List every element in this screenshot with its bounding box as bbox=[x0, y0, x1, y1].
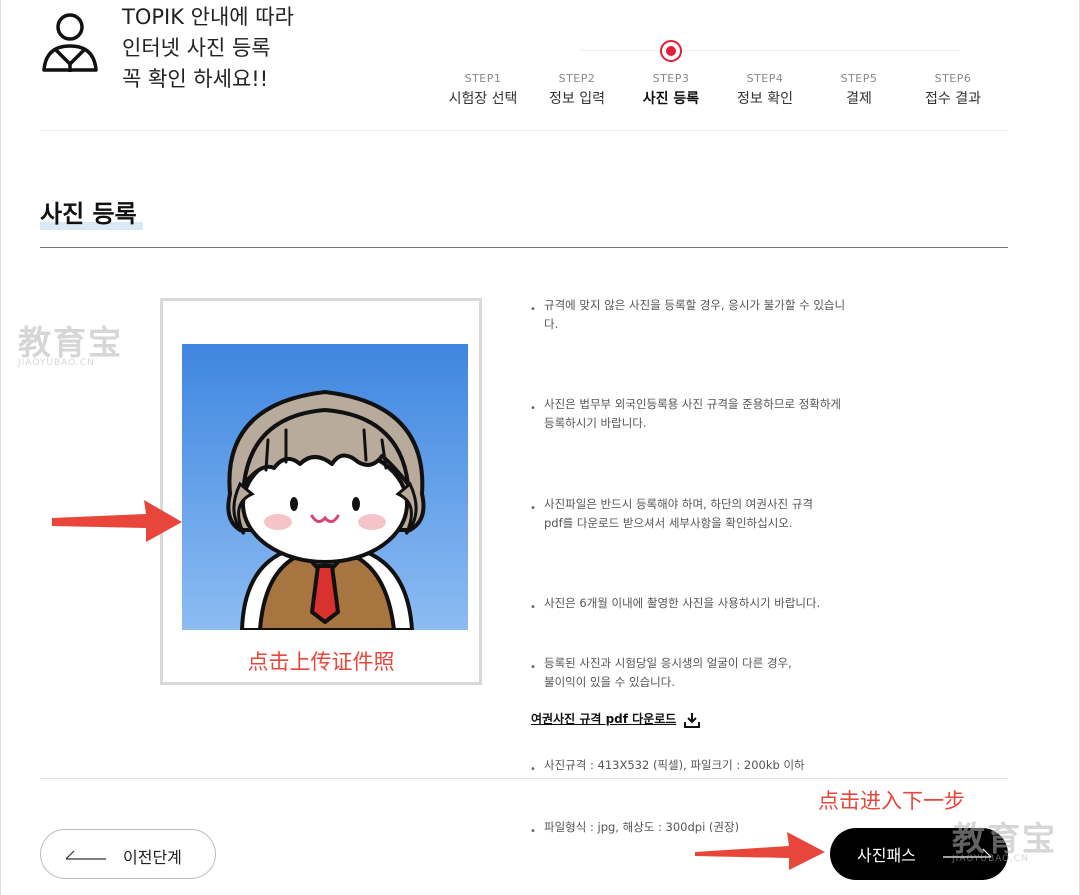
previous-step-button[interactable]: 이전단계 bbox=[40, 829, 216, 879]
guideline-item: 규격에 맞지 않은 사진을 등록할 경우, 응시가 불가할 수 있습니다. bbox=[530, 296, 870, 334]
step-number: STEP1 bbox=[464, 72, 502, 85]
step-number: STEP4 bbox=[746, 72, 784, 85]
step-number: STEP5 bbox=[840, 72, 878, 85]
step-1: STEP1 시험장 선택 bbox=[433, 72, 533, 108]
guideline-item: 사진파일은 반드시 등록해야 하며, 하단의 여권사진 규격pdf를 다운로드 … bbox=[530, 495, 870, 533]
step-2: STEP2 정보 입력 bbox=[527, 72, 627, 108]
passport-photo-pdf-download-link[interactable]: 여권사진 규격 pdf 다운로드 bbox=[531, 710, 676, 727]
divider bbox=[40, 778, 1008, 779]
step-3: STEP3 사진 등록 bbox=[621, 72, 721, 108]
step-number: STEP3 bbox=[652, 72, 690, 85]
upload-photo-caption: 点击上传证件照 bbox=[247, 650, 395, 674]
divider bbox=[40, 247, 1008, 248]
previous-step-label: 이전단계 bbox=[123, 848, 182, 867]
step-4: STEP4 정보 확인 bbox=[715, 72, 815, 108]
guideline-item: 사진규격 : 413X532 (픽셀), 파일크기 : 200kb 이하 bbox=[530, 756, 870, 779]
step-label: 사진 등록 bbox=[642, 91, 700, 107]
guideline-item: 사진은 6개월 이내에 촬영한 사진을 사용하시기 바랍니다. bbox=[530, 594, 870, 617]
intro-line: 인터넷 사진 등록 bbox=[122, 36, 271, 60]
download-icon[interactable] bbox=[683, 711, 701, 729]
step-label: 정보 확인 bbox=[737, 91, 793, 107]
photo-preview[interactable] bbox=[182, 344, 468, 630]
step-label: 정보 입력 bbox=[549, 91, 605, 107]
intro-line: TOPIK 안내에 따라 bbox=[122, 5, 294, 29]
step-label: 결제 bbox=[846, 91, 872, 107]
intro-line: 꼭 확인 하세요!! bbox=[122, 67, 269, 91]
annotation-arrow-icon bbox=[695, 832, 825, 870]
photo-guidelines: 규격에 맞지 않은 사진을 등록할 경우, 응시가 불가할 수 있습니다. 사진… bbox=[530, 296, 870, 841]
step-5: STEP5 결제 bbox=[809, 72, 909, 108]
current-step-indicator bbox=[660, 40, 682, 62]
next-step-label: 사진패스 bbox=[857, 846, 916, 865]
photo-upload-box[interactable]: 点击上传证件照 bbox=[160, 298, 482, 685]
step-label: 접수 결과 bbox=[925, 91, 981, 107]
annotation-arrow-icon bbox=[52, 500, 182, 542]
arrow-left-icon bbox=[65, 850, 106, 860]
watermark: 教育宝 JIAOYUBAO.CN bbox=[952, 819, 1057, 864]
watermark: 教育宝 JIAOYUBAO.CN bbox=[18, 323, 123, 368]
divider bbox=[40, 130, 1008, 131]
page-title: 사진 등록 bbox=[40, 200, 137, 228]
step-number: STEP2 bbox=[558, 72, 596, 85]
user-icon bbox=[42, 13, 98, 72]
stepper-line bbox=[580, 50, 960, 51]
guideline-item: 사진은 법무부 외국인등록용 사진 규격을 준용하므로 정확하게등록하시기 바랍… bbox=[530, 395, 870, 433]
step-number: STEP6 bbox=[934, 72, 972, 85]
guideline-item: 등록된 사진과 시험당일 응시생의 얼굴이 다른 경우,불이익이 있을 수 있습… bbox=[530, 654, 870, 692]
intro-text: TOPIK 안내에 따라 인터넷 사진 등록 꼭 확인 하세요!! bbox=[122, 2, 294, 95]
step-label: 시험장 선택 bbox=[448, 91, 518, 107]
next-step-annotation: 点击进入下一步 bbox=[818, 789, 965, 813]
step-6: STEP6 접수 결과 bbox=[903, 72, 1003, 108]
